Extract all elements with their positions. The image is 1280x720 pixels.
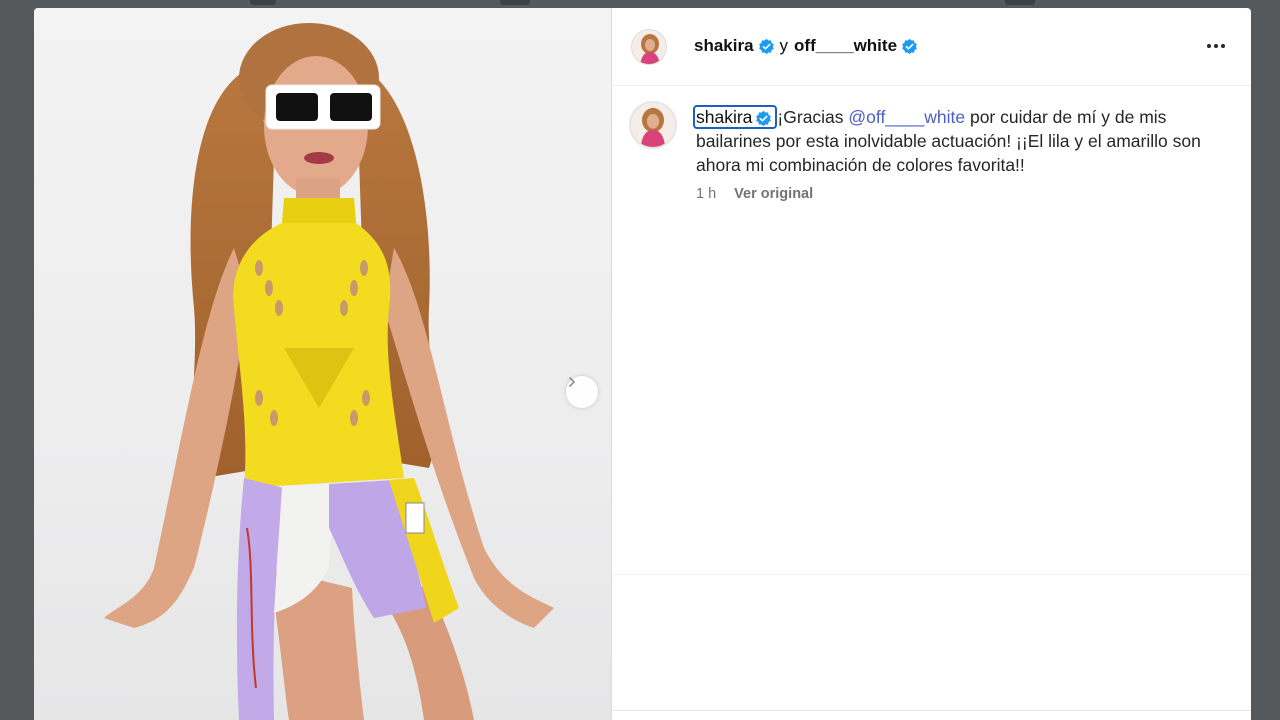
more-options-icon: [1221, 44, 1225, 48]
collab-joiner: y: [779, 36, 789, 55]
verified-badge-icon: [758, 38, 774, 54]
post-modal: shakira y off____white shakira ¡Gracias …: [34, 8, 1251, 720]
more-options-icon: [1214, 44, 1218, 48]
verified-badge-icon: [902, 38, 917, 54]
post-sidebar: shakira y off____white shakira ¡Gracias …: [612, 8, 1251, 720]
author-avatar[interactable]: [631, 29, 667, 65]
post-timestamp[interactable]: 1 h: [696, 186, 716, 202]
post-header: shakira y off____white: [612, 8, 1251, 86]
caption-author-link[interactable]: shakira: [693, 105, 778, 129]
author-username[interactable]: shakira: [694, 36, 754, 56]
top-nav-strip: [0, 0, 1280, 8]
nav-icon-grid[interactable]: [250, 0, 276, 5]
avatar-image: [632, 30, 666, 64]
more-options-button[interactable]: [1203, 36, 1229, 56]
actions-divider: [612, 710, 1251, 711]
chevron-right-icon: [569, 377, 575, 387]
nav-icon-right[interactable]: [1005, 0, 1035, 5]
header-usernames: shakira y off____white: [694, 34, 923, 58]
post-photo-illustration: [104, 23, 554, 720]
more-options-icon: [1207, 44, 1211, 48]
caption-author-avatar[interactable]: [629, 101, 677, 149]
see-original-button[interactable]: Ver original: [734, 186, 813, 202]
caption-mention-link[interactable]: @off____white: [848, 107, 965, 127]
nav-icon-center[interactable]: [500, 0, 530, 5]
caption-text-lead: ¡Gracias: [777, 107, 849, 127]
avatar-image: [631, 103, 675, 147]
next-photo-button[interactable]: [566, 376, 598, 408]
verified-badge-icon: [756, 110, 772, 127]
post-caption: shakira ¡Gracias @off____white por cuida…: [693, 105, 1216, 177]
caption-meta: 1 h Ver original: [696, 186, 813, 202]
comments-divider: [612, 574, 1251, 575]
caption-author-username: shakira: [696, 107, 753, 127]
collaborator-username[interactable]: off____white: [794, 36, 897, 56]
post-image[interactable]: [34, 8, 611, 720]
